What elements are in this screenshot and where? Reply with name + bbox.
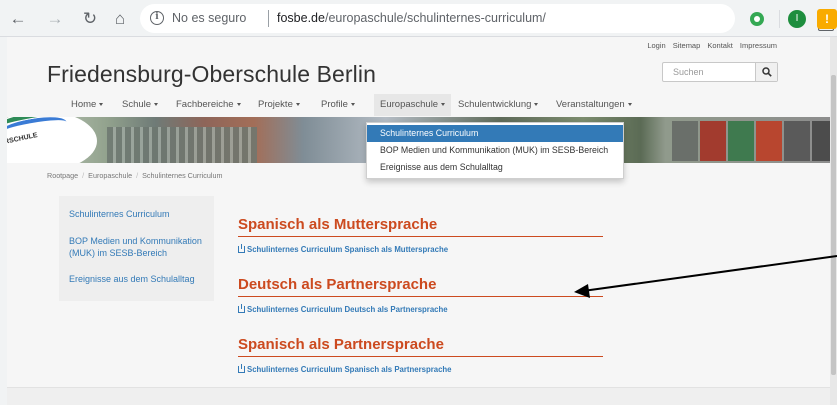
nav-europaschule-label: Europaschule: [380, 99, 439, 110]
section-heading: Spanisch als Partnersprache: [238, 335, 603, 357]
nav-projekte-label: Projekte: [258, 99, 293, 110]
portrait-image: [756, 121, 782, 161]
side-navigation: Schulinternes Curriculum BOP Medien und …: [59, 196, 214, 301]
chevron-down-icon: [441, 102, 446, 106]
nav-projekte[interactable]: Projekte: [258, 94, 300, 116]
url-path: /europaschule/schulinternes-curriculum/: [324, 11, 546, 25]
breadcrumb: Rootpage / Europaschule / Schulinternes Curr…: [47, 171, 222, 180]
kontakt-link[interactable]: Kontakt: [707, 41, 732, 50]
search-box: [662, 62, 778, 82]
back-icon[interactable]: ←: [8, 9, 28, 29]
portrait-image: [700, 121, 726, 161]
nav-schule[interactable]: Schule: [122, 94, 159, 116]
download-link[interactable]: Schulinternes Curriculum Spanisch als Pa…: [238, 364, 603, 374]
nav-schulentwicklung-label: Schulentwicklung: [458, 99, 532, 110]
login-link[interactable]: Login: [647, 41, 665, 50]
chevron-down-icon: [627, 102, 632, 106]
building-photo: [107, 127, 257, 163]
sidebar-item-bop-medien[interactable]: BOP Medien und Kommunikation (MUK) im SE…: [69, 235, 209, 259]
nav-fachbereiche-label: Fachbereiche: [176, 99, 234, 110]
nav-schulentwicklung[interactable]: Schulentwicklung: [458, 94, 539, 116]
nav-home[interactable]: Home: [71, 94, 104, 116]
portrait-image: [784, 121, 810, 161]
chevron-down-icon: [534, 102, 539, 106]
forward-icon[interactable]: →: [45, 9, 65, 29]
nav-profile[interactable]: Profile: [321, 94, 355, 116]
search-icon: [762, 67, 772, 77]
scrollbar[interactable]: [830, 37, 837, 405]
footer-strip: [7, 387, 830, 405]
download-icon: [238, 304, 245, 313]
sidebar-item-ereignisse[interactable]: Ereignisse aus dem Schulalltag: [69, 273, 209, 285]
nav-veranstaltungen[interactable]: Veranstaltungen: [556, 94, 632, 116]
breadcrumb-separator: /: [136, 171, 139, 180]
breadcrumb-rootpage[interactable]: Rootpage: [47, 171, 78, 180]
sitemap-link[interactable]: Sitemap: [673, 41, 701, 50]
top-links: Login Sitemap Kontakt Impressum: [642, 41, 777, 50]
chevron-down-icon: [154, 102, 159, 106]
portrait-image: [728, 121, 754, 161]
chevron-down-icon: [236, 102, 241, 106]
search-button[interactable]: [755, 63, 777, 81]
url-text[interactable]: fosbe.de/europaschule/schulinternes-curr…: [277, 11, 546, 25]
nav-veranstaltungen-label: Veranstaltungen: [556, 99, 625, 110]
portrait-image: [812, 121, 830, 161]
nav-schule-label: Schule: [122, 99, 152, 110]
security-status: No es seguro: [172, 11, 247, 25]
browser-toolbar: ← → ↻ ⌂ i No es seguro fosbe.de/europasc…: [0, 0, 837, 37]
portrait-strip: [672, 121, 830, 161]
breadcrumb-current: Schulinternes Curriculum: [142, 171, 223, 180]
dropdown-item-ereignisse[interactable]: Ereignisse aus dem Schulalltag: [367, 159, 623, 176]
download-link-label: Schulinternes Curriculum Spanisch als Pa…: [247, 365, 452, 374]
nav-fachbereiche[interactable]: Fachbereiche: [176, 94, 241, 116]
url-domain: fosbe.de: [277, 11, 325, 25]
breadcrumb-europaschule[interactable]: Europaschule: [88, 171, 132, 180]
scrollbar-thumb[interactable]: [831, 75, 836, 375]
address-bar[interactable]: i No es seguro fosbe.de/europaschule/sch…: [140, 4, 834, 33]
section-heading: Spanisch als Muttersprache: [238, 215, 603, 237]
section-spanisch-muttersprache: Spanisch als Muttersprache Schulinternes…: [238, 215, 603, 254]
nav-home-label: Home: [71, 99, 97, 110]
chevron-down-icon: [295, 102, 300, 106]
reload-icon[interactable]: ↻: [80, 9, 100, 29]
chevron-down-icon: [350, 102, 355, 106]
site-title[interactable]: Friedensburg-Oberschule Berlin: [47, 61, 376, 88]
section-spanisch-partnersprache: Spanisch als Partnersprache Schulinterne…: [238, 335, 603, 374]
search-input[interactable]: [663, 63, 757, 81]
home-icon[interactable]: ⌂: [110, 9, 130, 29]
extension-icon[interactable]: [750, 12, 764, 26]
school-logo[interactable]: OBERSCHULE: [7, 117, 97, 163]
profile-avatar[interactable]: I: [788, 10, 806, 28]
chevron-down-icon: [99, 102, 104, 106]
breadcrumb-separator: /: [82, 171, 85, 180]
download-icon: [238, 364, 245, 373]
europaschule-dropdown-menu: Schulinternes Curriculum BOP Medien und …: [366, 122, 624, 179]
nav-profile-label: Profile: [321, 99, 348, 110]
info-icon[interactable]: i: [150, 11, 164, 25]
download-icon: [238, 244, 245, 253]
dropdown-item-schulinternes-curriculum[interactable]: Schulinternes Curriculum: [367, 125, 623, 142]
address-separator: [268, 10, 269, 27]
download-link[interactable]: Schulinternes Curriculum Deutsch als Par…: [238, 304, 603, 314]
update-icon[interactable]: !: [817, 9, 837, 29]
section-deutsch-partnersprache: Deutsch als Partnersprache Schulinternes…: [238, 275, 603, 314]
section-heading: Deutsch als Partnersprache: [238, 275, 603, 297]
dropdown-item-bop-medien[interactable]: BOP Medien und Kommunikation (MUK) im SE…: [367, 142, 623, 159]
download-link-label: Schulinternes Curriculum Deutsch als Par…: [247, 305, 448, 314]
web-page: Login Sitemap Kontakt Impressum Friedens…: [7, 37, 830, 405]
toolbar-divider: [779, 10, 780, 28]
sidebar-item-schulinternes-curriculum[interactable]: Schulinternes Curriculum: [69, 208, 209, 220]
download-link-label: Schulinternes Curriculum Spanisch als Mu…: [247, 245, 449, 254]
impressum-link[interactable]: Impressum: [740, 41, 777, 50]
download-link[interactable]: Schulinternes Curriculum Spanisch als Mu…: [238, 244, 603, 254]
portrait-image: [672, 121, 698, 161]
nav-europaschule[interactable]: Europaschule: [374, 94, 452, 116]
